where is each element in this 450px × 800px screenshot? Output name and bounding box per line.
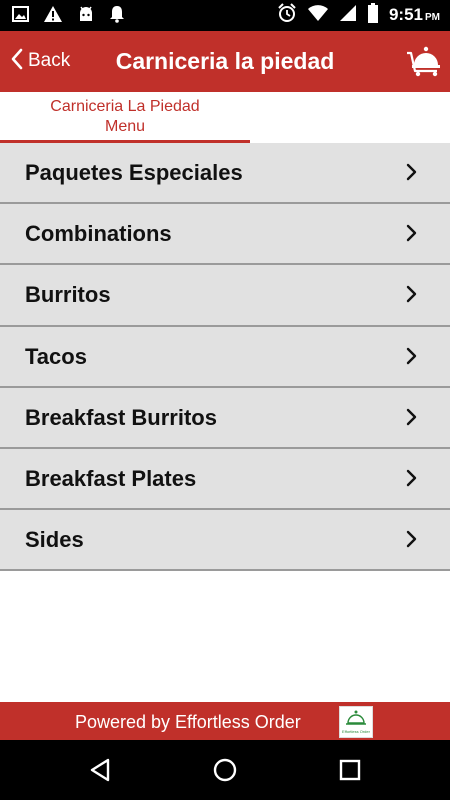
tab-strip: Carniceria La Piedad Menu — [0, 92, 450, 143]
menu-item-breakfast-burritos[interactable]: Breakfast Burritos — [0, 387, 450, 449]
footer-text: Powered by Effortless Order — [75, 712, 301, 732]
chevron-right-icon — [405, 408, 417, 426]
menu-item-label: Tacos — [25, 343, 87, 369]
chevron-right-icon — [405, 530, 417, 548]
tab-menu-label-line1: Carniceria La Piedad — [50, 98, 200, 115]
triangle-back-icon — [86, 758, 114, 788]
status-right-icons: 9:51 PM — [277, 2, 440, 28]
service-bell-logo-icon — [346, 710, 366, 725]
chevron-right-icon — [405, 469, 417, 487]
menu-item-label: Paquetes Especiales — [25, 160, 243, 185]
status-time-period: PM — [425, 12, 440, 23]
android-icon — [77, 5, 95, 28]
nav-back-button[interactable] — [86, 756, 114, 784]
chevron-right-icon — [405, 224, 417, 242]
wifi-icon — [307, 4, 329, 27]
status-time: 9:51 PM — [389, 5, 440, 25]
menu-item-label: Burritos — [25, 282, 111, 308]
notification-bell-icon — [109, 5, 125, 28]
alarm-icon — [277, 2, 297, 28]
chevron-left-icon — [10, 48, 24, 75]
cart-button[interactable] — [406, 45, 442, 77]
square-recents-icon — [336, 759, 364, 788]
menu-item-label: Combinations — [25, 221, 172, 247]
chevron-right-icon — [405, 163, 417, 181]
app-bar: Back Carniceria la piedad — [0, 31, 450, 92]
menu-item-combinations[interactable]: Combinations — [0, 204, 450, 266]
tab-menu[interactable]: Carniceria La Piedad Menu — [0, 92, 250, 143]
menu-item-paquetes-especiales[interactable]: Paquetes Especiales — [0, 143, 450, 205]
menu-list: Paquetes Especiales Combinations Burrito… — [0, 143, 450, 572]
tab-menu-label-line2: Menu — [104, 118, 146, 135]
status-time-value: 9:51 — [388, 5, 423, 24]
status-left-icons — [12, 5, 125, 28]
menu-item-breakfast-plates[interactable]: Breakfast Plates — [0, 448, 450, 511]
warning-icon — [43, 5, 63, 28]
service-bell-cart-icon — [406, 46, 442, 81]
chevron-right-icon — [405, 285, 417, 303]
circle-home-icon — [211, 758, 239, 788]
chevron-right-icon — [405, 347, 417, 365]
system-nav-bar — [0, 740, 450, 800]
effortless-order-logo[interactable]: Effortless Order — [339, 706, 373, 738]
nav-home-button[interactable] — [211, 756, 239, 784]
menu-item-sides[interactable]: Sides — [0, 510, 450, 572]
footer-logo-text: Effortless Order — [342, 729, 370, 734]
powered-by-footer: Powered by Effortless Order Effortless O… — [0, 702, 450, 740]
menu-item-label: Breakfast Plates — [25, 465, 197, 491]
battery-icon — [367, 2, 379, 28]
signal-icon — [339, 4, 357, 27]
menu-item-label: Breakfast Burritos — [25, 404, 217, 430]
image-icon — [12, 5, 29, 27]
menu-item-label: Sides — [25, 527, 84, 553]
nav-recents-button[interactable] — [336, 756, 364, 784]
status-bar: 9:51 PM — [0, 0, 450, 31]
back-button[interactable]: Back — [10, 45, 70, 77]
menu-item-burritos[interactable]: Burritos — [0, 265, 450, 327]
menu-item-tacos[interactable]: Tacos — [0, 326, 450, 388]
back-label: Back — [28, 50, 71, 71]
